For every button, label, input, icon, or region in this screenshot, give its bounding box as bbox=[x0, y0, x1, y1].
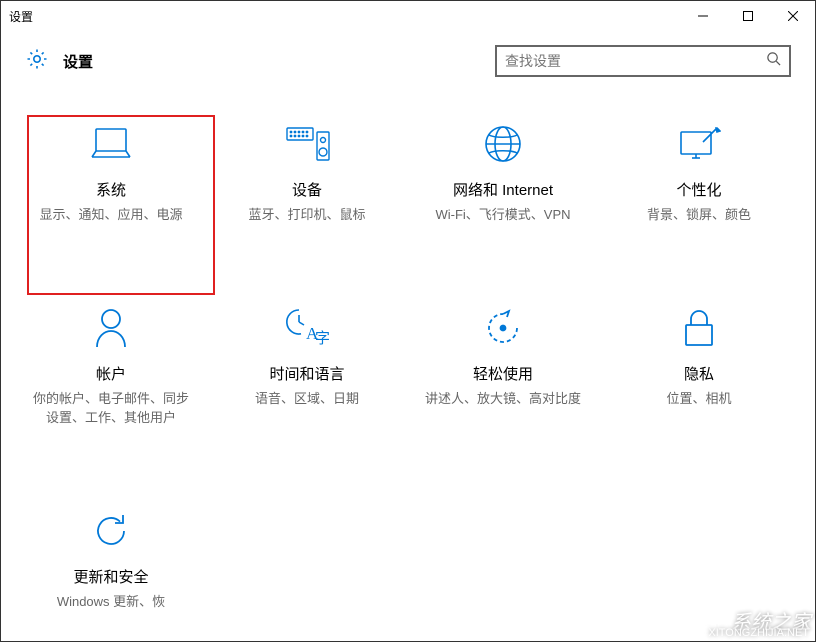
tile-time-language[interactable]: A 字 时间和语言 语音、区域、日期 bbox=[209, 295, 405, 438]
titlebar: 设置 bbox=[1, 1, 815, 31]
svg-text:字: 字 bbox=[315, 330, 329, 347]
time-language-icon: A 字 bbox=[285, 305, 329, 351]
tile-desc: 背景、锁屏、颜色 bbox=[647, 206, 751, 225]
search-input[interactable] bbox=[505, 53, 766, 69]
tile-system[interactable]: 系统 显示、通知、应用、电源 bbox=[13, 111, 209, 235]
tile-desc: Windows 更新、恢 bbox=[57, 593, 165, 612]
tile-title: 设备 bbox=[292, 179, 322, 200]
search-box[interactable] bbox=[495, 45, 791, 77]
tile-accounts[interactable]: 帐户 你的帐户、电子邮件、同步设置、工作、其他用户 bbox=[13, 295, 209, 438]
header-left: 设置 bbox=[25, 47, 93, 76]
tile-update-security[interactable]: 更新和安全 Windows 更新、恢 bbox=[13, 498, 209, 622]
tile-privacy[interactable]: 隐私 位置、相机 bbox=[601, 295, 797, 438]
tile-ease-of-access[interactable]: 轻松使用 讲述人、放大镜、高对比度 bbox=[405, 295, 601, 438]
lock-icon bbox=[682, 305, 716, 351]
minimize-button[interactable] bbox=[680, 1, 725, 31]
tile-desc: 你的帐户、电子邮件、同步设置、工作、其他用户 bbox=[31, 390, 191, 428]
tile-title: 帐户 bbox=[96, 363, 126, 384]
tile-title: 个性化 bbox=[676, 179, 721, 200]
tile-desc: 显示、通知、应用、电源 bbox=[39, 206, 182, 225]
search-icon bbox=[766, 51, 781, 71]
globe-icon bbox=[483, 121, 523, 167]
tile-title: 网络和 Internet bbox=[453, 179, 553, 200]
tile-title: 时间和语言 bbox=[269, 363, 344, 384]
person-icon bbox=[93, 305, 129, 351]
settings-window: 设置 设置 bbox=[0, 0, 816, 642]
header: 设置 bbox=[1, 31, 815, 91]
update-icon bbox=[91, 508, 131, 554]
categories-grid: 系统 显示、通知、应用、电源 设备 蓝牙、打印机、鼠标 bbox=[1, 91, 815, 641]
personalize-icon bbox=[677, 121, 721, 167]
tile-desc: Wi-Fi、飞行模式、VPN bbox=[435, 206, 570, 225]
tile-title: 系统 bbox=[96, 179, 126, 200]
tile-desc: 蓝牙、打印机、鼠标 bbox=[248, 206, 365, 225]
tile-title: 隐私 bbox=[684, 363, 714, 384]
tile-title: 更新和安全 bbox=[73, 566, 148, 587]
devices-icon bbox=[283, 121, 331, 167]
tile-desc: 讲述人、放大镜、高对比度 bbox=[425, 390, 581, 409]
close-button[interactable] bbox=[770, 1, 815, 31]
tile-personalization[interactable]: 个性化 背景、锁屏、颜色 bbox=[601, 111, 797, 235]
window-controls bbox=[680, 1, 815, 31]
tile-desc: 位置、相机 bbox=[666, 390, 731, 409]
laptop-icon bbox=[88, 121, 134, 167]
tile-desc: 语音、区域、日期 bbox=[255, 390, 359, 409]
tile-devices[interactable]: 设备 蓝牙、打印机、鼠标 bbox=[209, 111, 405, 235]
gear-icon bbox=[25, 47, 49, 76]
ease-of-access-icon bbox=[483, 305, 523, 351]
watermark: 系统之家 XITONGZHIJIA.NET bbox=[685, 603, 811, 637]
window-title: 设置 bbox=[9, 8, 33, 25]
page-title: 设置 bbox=[63, 51, 93, 72]
maximize-button[interactable] bbox=[725, 1, 770, 31]
watermark-url: XITONGZHIJIA.NET bbox=[708, 627, 809, 639]
tile-title: 轻松使用 bbox=[473, 363, 533, 384]
tile-network[interactable]: 网络和 Internet Wi-Fi、飞行模式、VPN bbox=[405, 111, 601, 235]
